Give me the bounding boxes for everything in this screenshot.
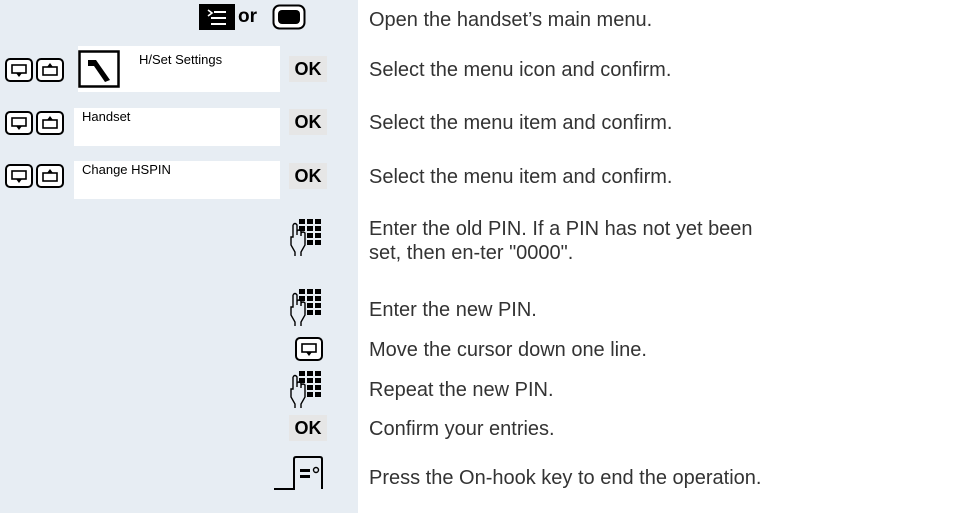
menu-item-hset-settings: H/Set Settings [139, 52, 223, 67]
step-7-text: Move the cursor down one line. [369, 339, 647, 361]
nav-up-icon [36, 164, 64, 188]
step-3-text: Select the menu item and confirm. [369, 112, 673, 134]
step-1-text: Open the handset’s main menu. [369, 9, 653, 31]
step-10-text: Press the On-hook key to end the operati… [369, 467, 762, 489]
step-8-text: Repeat the new PIN. [369, 379, 554, 401]
ok-key-3: OK [289, 163, 327, 189]
nav-down-icon [5, 164, 33, 188]
menu-key-icon [199, 4, 235, 30]
step-2-text: Select the menu icon and confirm. [369, 59, 672, 81]
menu-item-handset: Handset [82, 109, 131, 124]
menu-field-handset[interactable]: Handset [74, 108, 280, 146]
nav-down-icon [5, 111, 33, 135]
menu-item-change-hspin: Change HSPIN [82, 162, 171, 177]
nav-up-icon [36, 58, 64, 82]
or-label: or [238, 6, 257, 27]
wrench-icon [78, 50, 120, 88]
step-4-text: Select the menu item and confirm. [369, 166, 673, 188]
nav-down-icon [5, 58, 33, 82]
step-6-text: Enter the new PIN. [369, 299, 537, 321]
display-key-icon [272, 4, 306, 30]
step-5-text: Enter the old PIN. If a PIN has not yet … [369, 218, 753, 264]
nav-down-icon [295, 337, 323, 361]
nav-up-icon [36, 111, 64, 135]
step-9-text: Confirm your entries. [369, 418, 555, 440]
on-hook-icon [272, 455, 324, 491]
keypad-icon [289, 371, 323, 409]
keypad-icon [289, 289, 323, 327]
ok-key-2: OK [289, 109, 327, 135]
keypad-icon [289, 219, 323, 257]
ok-key-4: OK [289, 415, 327, 441]
ok-key-1: OK [289, 56, 327, 82]
menu-field-hset-settings[interactable]: H/Set Settings [78, 46, 280, 92]
menu-field-change-hspin[interactable]: Change HSPIN [74, 161, 280, 199]
